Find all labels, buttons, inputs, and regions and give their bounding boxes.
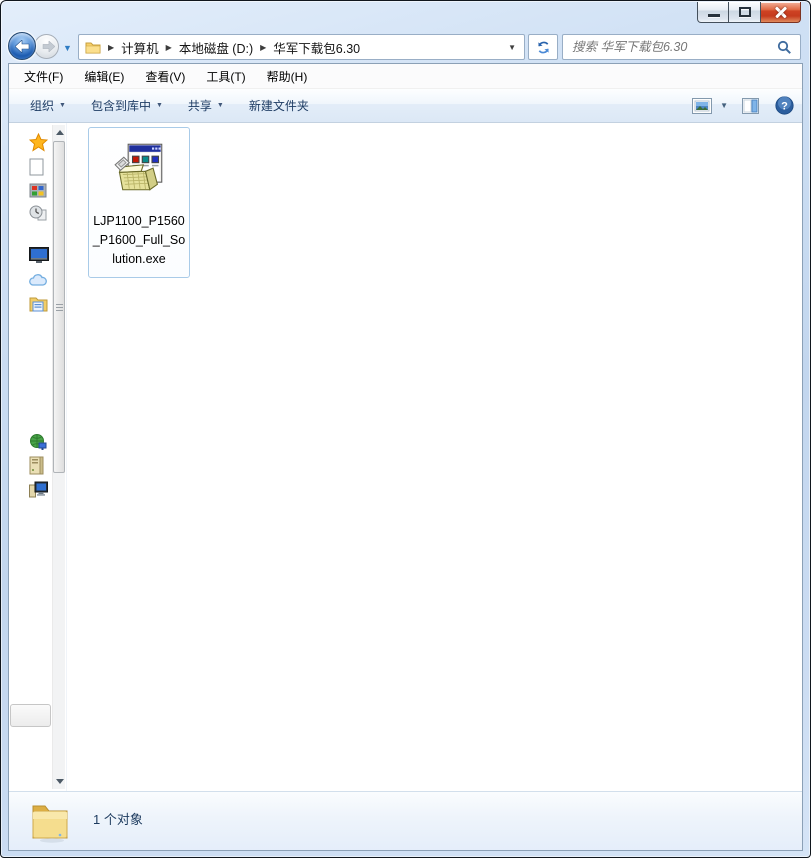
breadcrumb-local-disk-d[interactable]: 本地磁盘 (D:)	[179, 38, 253, 57]
preview-pane-icon	[742, 97, 759, 114]
maximize-button[interactable]	[729, 2, 761, 23]
window-controls	[697, 2, 801, 23]
minimize-icon	[708, 14, 720, 17]
computer-icon[interactable]	[29, 481, 48, 498]
organize-button[interactable]: 组织 ▼	[22, 92, 74, 119]
scroll-up-arrow-icon	[55, 130, 64, 135]
menu-edit[interactable]: 编辑(E)	[76, 65, 132, 88]
include-in-library-button[interactable]: 包含到库中 ▼	[83, 92, 171, 119]
item-count-text: 1 个对象	[93, 812, 143, 827]
help-icon: ?	[775, 96, 794, 115]
minimize-button[interactable]	[697, 2, 729, 23]
scroll-down-button[interactable]	[53, 774, 66, 789]
nav-pane-horizontal-scroll-thumb[interactable]	[10, 704, 51, 727]
dropdown-caret-icon: ▼	[216, 102, 224, 109]
forward-arrow-icon	[42, 41, 55, 52]
breadcrumb-separator-icon: ▶	[260, 42, 267, 52]
scroll-down-arrow-icon	[55, 779, 64, 784]
share-button[interactable]: 共享 ▼	[180, 92, 232, 119]
back-button[interactable]	[8, 32, 36, 60]
show-preview-pane-button[interactable]	[742, 97, 759, 114]
close-icon	[774, 6, 788, 19]
file-item-selected[interactable]: LJP1100_P1560_P1600_Full_Solution.exe	[88, 127, 190, 278]
breadcrumb-current-folder[interactable]: 华军下载包6.30	[273, 38, 360, 57]
new-folder-button[interactable]: 新建文件夹	[241, 92, 317, 119]
explorer-window: ▼ ▶ 计算机 ▶ 本地磁盘 (D:) ▶ 华军下载包6.30 ▼ 搜索 华军下…	[0, 0, 811, 858]
navigation-bar: ▼ ▶ 计算机 ▶ 本地磁盘 (D:) ▶ 华军下载包6.30 ▼	[1, 32, 810, 63]
scrollbar-grip-icon	[55, 303, 63, 305]
recent-pages-chevron-icon[interactable]: ▼	[63, 43, 72, 53]
recent-places-icon[interactable]	[29, 204, 47, 222]
file-name-label: LJP1100_P1560_P1600_Full_Solution.exe	[92, 214, 186, 266]
page-icon[interactable]	[29, 158, 45, 176]
nav-pane-vertical-scrollbar[interactable]	[52, 125, 65, 789]
breadcrumb-separator-icon: ▶	[108, 42, 115, 52]
menu-view[interactable]: 查看(V)	[137, 65, 193, 88]
navigation-pane[interactable]	[9, 123, 52, 791]
views-icon	[692, 97, 713, 114]
command-toolbar: 组织 ▼ 包含到库中 ▼ 共享 ▼ 新建文件夹 ▼ ?	[9, 89, 802, 123]
refresh-button[interactable]	[528, 34, 558, 60]
libraries-icon[interactable]	[29, 181, 47, 198]
favorites-star-icon[interactable]	[29, 133, 48, 152]
details-pane: 1 个对象	[9, 791, 802, 850]
breadcrumb-computer[interactable]: 计算机	[121, 38, 159, 57]
installer-exe-icon	[114, 143, 163, 191]
network-icon[interactable]	[29, 433, 47, 451]
scrollbar-grip-icon	[55, 309, 63, 311]
address-bar[interactable]: ▶ 计算机 ▶ 本地磁盘 (D:) ▶ 华军下载包6.30 ▼	[78, 34, 525, 60]
address-dropdown-caret-icon[interactable]: ▼	[504, 43, 520, 52]
drive-tower-icon[interactable]	[29, 456, 44, 475]
breadcrumb-separator-icon: ▶	[165, 42, 172, 52]
documents-folder-icon[interactable]	[29, 296, 48, 312]
search-icon[interactable]	[777, 40, 792, 55]
file-list-area[interactable]: LJP1100_P1560_P1600_Full_Solution.exe	[66, 123, 802, 791]
scroll-up-button[interactable]	[53, 125, 66, 140]
change-view-button[interactable]	[692, 97, 713, 114]
vertical-scrollbar-thumb[interactable]	[53, 141, 65, 473]
close-button[interactable]	[761, 2, 801, 23]
folder-body: LJP1100_P1560_P1600_Full_Solution.exe	[9, 123, 802, 791]
views-dropdown-caret-icon[interactable]: ▼	[720, 101, 728, 110]
menu-tools[interactable]: 工具(T)	[198, 65, 253, 88]
menu-bar: 文件(F) 编辑(E) 查看(V) 工具(T) 帮助(H)	[9, 64, 802, 89]
cloud-icon[interactable]	[29, 273, 47, 287]
maximize-icon	[739, 7, 751, 17]
address-folder-icon	[85, 42, 101, 53]
svg-text:?: ?	[781, 101, 788, 113]
search-input[interactable]	[563, 40, 777, 54]
dropdown-caret-icon: ▼	[155, 102, 163, 109]
client-area: 文件(F) 编辑(E) 查看(V) 工具(T) 帮助(H) 组织 ▼ 包含到库中 ▼…	[8, 63, 803, 851]
dropdown-caret-icon: ▼	[59, 102, 66, 109]
help-button[interactable]: ?	[775, 96, 794, 115]
desktop-icon[interactable]	[29, 247, 49, 264]
scrollbar-grip-icon	[55, 306, 63, 308]
toolbar-right-group: ▼ ?	[692, 96, 794, 115]
menu-help[interactable]: 帮助(H)	[259, 65, 316, 88]
current-folder-icon	[32, 805, 68, 843]
menu-file[interactable]: 文件(F)	[16, 65, 71, 88]
back-arrow-icon	[15, 40, 30, 53]
refresh-icon	[537, 41, 549, 53]
forward-button[interactable]	[34, 34, 59, 59]
search-box	[562, 34, 801, 60]
